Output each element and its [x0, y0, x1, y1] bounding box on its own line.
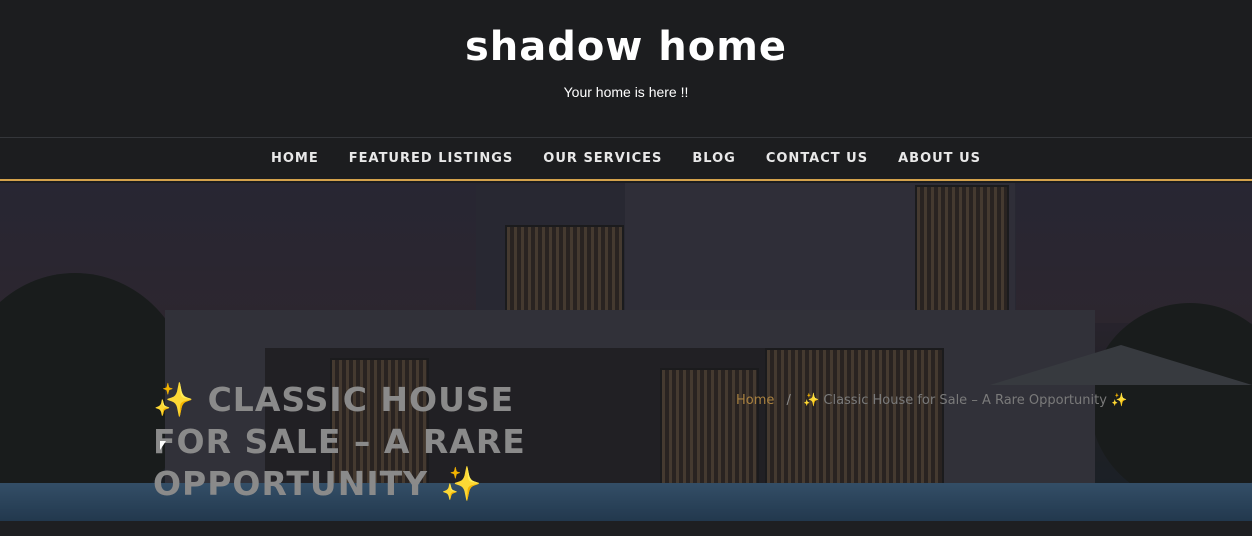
breadcrumb-current: ✨ Classic House for Sale – A Rare Opport…: [803, 393, 1128, 408]
main-navigation: HOME FEATURED LISTINGS OUR SERVICES BLOG…: [0, 137, 1252, 181]
site-title[interactable]: shadow home: [0, 24, 1252, 70]
mouse-cursor-icon: [160, 441, 166, 450]
hero-title: ✨ CLASSIC HOUSE FOR SALE – A RARE OPPORT…: [153, 379, 573, 505]
page-bottom-strip: [0, 521, 1252, 536]
breadcrumb-home-link[interactable]: Home: [736, 393, 774, 408]
sparkle-icon: ✨: [153, 380, 196, 419]
nav-item-featured-listings[interactable]: FEATURED LISTINGS: [349, 151, 514, 166]
site-header: shadow home Your home is here !!: [0, 0, 1252, 137]
nav-item-about-us[interactable]: ABOUT US: [898, 151, 981, 166]
nav-item-home[interactable]: HOME: [271, 151, 319, 166]
sparkle-icon: ✨: [440, 464, 483, 503]
nav-item-contact-us[interactable]: CONTACT US: [766, 151, 868, 166]
nav-item-blog[interactable]: BLOG: [692, 151, 735, 166]
breadcrumb: Home / ✨ Classic House for Sale – A Rare…: [736, 393, 1127, 408]
site-tagline: Your home is here !!: [563, 84, 689, 100]
hero-banner: ✨ CLASSIC HOUSE FOR SALE – A RARE OPPORT…: [0, 183, 1252, 521]
nav-item-our-services[interactable]: OUR SERVICES: [543, 151, 662, 166]
breadcrumb-separator: /: [786, 393, 791, 408]
